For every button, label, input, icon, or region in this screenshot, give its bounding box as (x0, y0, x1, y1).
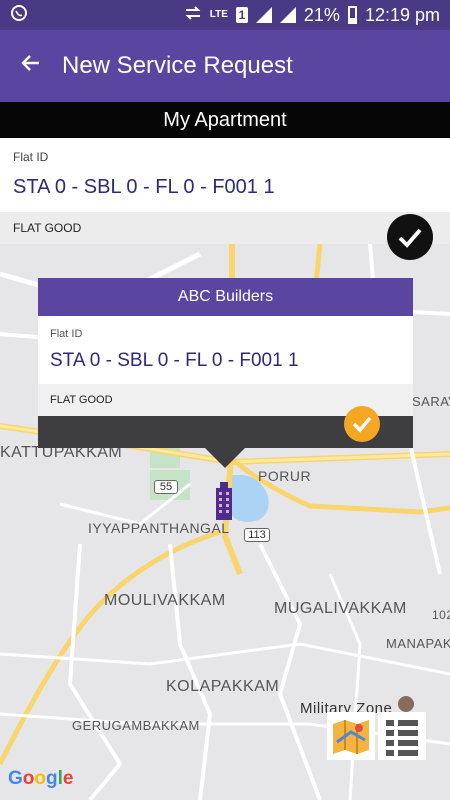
page-title: New Service Request (62, 52, 293, 79)
data-transfer-icon (184, 5, 202, 26)
flat-id-value: STA 0 - SBL 0 - FL 0 - F001 1 (13, 176, 275, 198)
clock: 12:19 pm (364, 4, 440, 25)
google-logo: Google (8, 768, 74, 789)
popup-flat-id-label: Flat ID (50, 328, 83, 340)
map-label-manapakkam: MANAPAKKA (386, 636, 450, 651)
back-arrow-icon[interactable] (0, 50, 62, 82)
popup-check-icon[interactable] (344, 406, 380, 442)
whatsapp-icon (10, 4, 28, 27)
battery-percent: 21% (303, 4, 340, 25)
map-label-gerugambakkam: GERUGAMBAKKAM (72, 718, 200, 733)
app-bar: New Service Request (0, 30, 450, 102)
map-label-iyyappanthangal: IYYAPPANTHANGAL (88, 520, 230, 536)
sim-indicator: 1 (235, 7, 248, 23)
popup-flat-id-value: STA 0 - SBL 0 - FL 0 - F001 1 (50, 350, 299, 371)
flat-status-bar: FLAT GOOD (0, 212, 450, 244)
map-label-number: 102 (432, 608, 450, 622)
builder-name: ABC Builders (38, 278, 413, 316)
map-label-mugalivakkam: MUGALIVAKKAM (274, 600, 407, 617)
map-label-kolapakkam: KOLAPAKKAM (166, 678, 280, 695)
route-55-shield: 55 (154, 480, 178, 494)
map-label-porur: PORUR (258, 468, 312, 484)
military-zone-marker-icon (398, 696, 414, 712)
section-title: My Apartment (0, 102, 450, 138)
status-bar: LTE 1 21% 12:19 pm (0, 0, 450, 30)
route-113-shield: 113 (244, 528, 270, 542)
flat-id-label: Flat ID (13, 150, 49, 164)
folded-map-icon (333, 720, 369, 754)
flat-info-card: Flat ID STA 0 - SBL 0 - FL 0 - F001 1 (0, 138, 450, 212)
map-label-saravana: SARAVA (412, 394, 450, 409)
lte-indicator: LTE (209, 9, 228, 20)
info-window-pointer (205, 448, 245, 468)
popup-status-label: FLAT GOOD (50, 394, 113, 406)
map-view-button[interactable] (327, 712, 375, 760)
signal-icon (255, 7, 272, 23)
battery-icon (347, 6, 357, 24)
popup-body: Flat ID STA 0 - SBL 0 - FL 0 - F001 1 (38, 316, 413, 384)
confirm-check-icon[interactable] (387, 214, 433, 260)
map-label-moulivakkam: MOULIVAKKAM (104, 592, 226, 609)
signal-icon-2 (279, 7, 296, 23)
list-view-button[interactable] (378, 712, 426, 760)
flat-status-label: FLAT GOOD (13, 221, 82, 235)
list-icon (386, 720, 418, 756)
